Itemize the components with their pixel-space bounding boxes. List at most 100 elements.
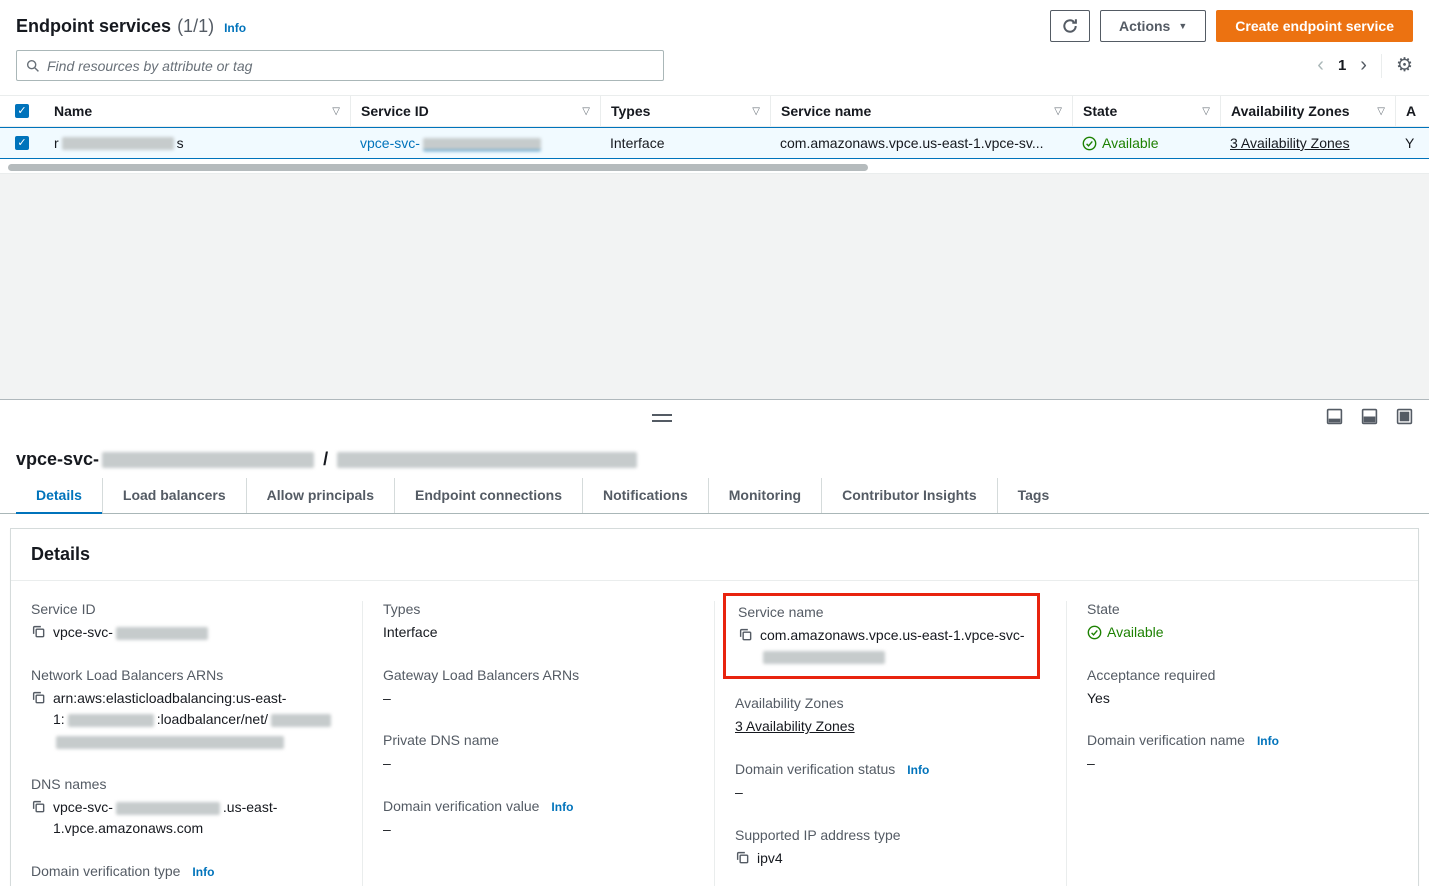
info-link[interactable]: Info (551, 800, 573, 814)
row-service-name-cell: com.amazonaws.vpce.us-east-1.vpce-sv... (770, 128, 1072, 158)
service-id-link[interactable]: vpce-svc- (360, 135, 544, 151)
column-label: Availability Zones (1231, 103, 1350, 119)
copy-icon[interactable] (31, 799, 46, 814)
details-card-title: Details (11, 529, 1418, 581)
filter-icon[interactable]: ▽ (1202, 106, 1210, 117)
copy-icon[interactable] (31, 624, 46, 639)
details-card: Details Service ID vpce-svc- (10, 528, 1419, 886)
column-header-availability-zones[interactable]: Availability Zones ▽ (1220, 96, 1395, 126)
status-badge: Available (1082, 135, 1159, 151)
column-header-service-id[interactable]: Service ID ▽ (350, 96, 600, 126)
filter-icon[interactable]: ▽ (1377, 106, 1385, 117)
info-link[interactable]: Info (192, 865, 214, 879)
copy-icon[interactable] (31, 690, 46, 705)
row-types-cell: Interface (600, 128, 770, 158)
pagination-next-icon[interactable]: › (1360, 54, 1367, 77)
status-badge: Available (1087, 622, 1164, 644)
details-column-3: Service name com.amazonaws.vpce.us-east-… (714, 601, 1066, 886)
create-endpoint-service-button[interactable]: Create endpoint service (1216, 10, 1413, 42)
row-checkbox[interactable]: ✓ (15, 136, 29, 150)
panel-drag-handle[interactable] (652, 414, 672, 422)
column-header-name[interactable]: Name ▽ (44, 96, 350, 126)
tab-details[interactable]: Details (16, 478, 102, 514)
field-label: Types (383, 601, 694, 617)
scrollbar-thumb[interactable] (8, 164, 868, 171)
column-label: Types (611, 103, 650, 119)
pagination: ‹ 1 › ⚙ (1317, 54, 1413, 78)
nlb-arn-line1: arn:aws:elasticloadbalancing:us-east- (53, 690, 286, 706)
field-value-empty: – (735, 782, 1046, 804)
search-input[interactable] (47, 58, 654, 74)
tab-allow-principals[interactable]: Allow principals (246, 478, 394, 513)
field-service-name: Service name com.amazonaws.vpce.us-east-… (738, 604, 1025, 668)
search-icon (26, 59, 40, 73)
field-private-dns-name: Private DNS name – (383, 732, 694, 775)
redacted-text (102, 452, 314, 468)
service-name-highlight-box: Service name com.amazonaws.vpce.us-east-… (723, 593, 1040, 679)
copy-icon[interactable] (735, 850, 750, 865)
field-label: State (1087, 601, 1398, 617)
header-actions: Actions ▼ Create endpoint service (1050, 10, 1413, 42)
redacted-text (56, 736, 284, 749)
settings-gear-icon[interactable]: ⚙ (1396, 54, 1413, 77)
detail-tabs: Details Load balancers Allow principals … (0, 472, 1429, 514)
tab-tags[interactable]: Tags (997, 478, 1070, 513)
details-card-body: Service ID vpce-svc- Network Load Balanc… (11, 581, 1418, 886)
select-all-checkbox[interactable]: ✓ (15, 104, 29, 118)
field-value-empty: – (1087, 753, 1398, 775)
pagination-prev-icon[interactable]: ‹ (1317, 54, 1324, 77)
availability-zones-link[interactable]: 3 Availability Zones (1230, 135, 1350, 151)
tab-monitoring[interactable]: Monitoring (708, 478, 821, 513)
column-header-types[interactable]: Types ▽ (600, 96, 770, 126)
nlb-arn-line2: 1: (53, 711, 65, 727)
service-name-line1: com.amazonaws.vpce.us-east-1.vpce-svc- (760, 627, 1025, 643)
field-label: Supported IP address type (735, 827, 1046, 843)
field-availability-zones: Availability Zones 3 Availability Zones (735, 695, 1046, 738)
row-acceptance-cell: Y (1395, 128, 1429, 158)
panel-bottom-layout-icon[interactable] (1326, 408, 1343, 425)
copy-icon[interactable] (738, 627, 753, 642)
table-header-row: ✓ Name ▽ Service ID ▽ Types ▽ Service na… (0, 96, 1429, 127)
tab-contributor-insights[interactable]: Contributor Insights (821, 478, 997, 513)
redacted-text (763, 651, 885, 664)
detail-title: vpce-svc- / (0, 437, 1429, 472)
tab-load-balancers[interactable]: Load balancers (102, 478, 246, 513)
horizontal-scrollbar[interactable] (0, 161, 1429, 173)
field-label: Domain verification status (735, 761, 895, 777)
filter-icon[interactable]: ▽ (332, 106, 340, 117)
caret-down-icon: ▼ (1178, 22, 1187, 31)
actions-button[interactable]: Actions ▼ (1100, 10, 1206, 42)
field-label: DNS names (31, 776, 342, 792)
field-label: Private DNS name (383, 732, 694, 748)
pagination-current-page[interactable]: 1 (1338, 57, 1346, 74)
filter-icon[interactable]: ▽ (1054, 106, 1062, 117)
info-link[interactable]: Info (907, 763, 929, 777)
refresh-button[interactable] (1050, 10, 1090, 42)
column-header-acceptance[interactable]: A (1395, 96, 1429, 126)
field-state: State Available (1087, 601, 1398, 644)
availability-zones-link[interactable]: 3 Availability Zones (735, 716, 855, 738)
field-value-empty: – (383, 753, 694, 775)
filter-icon[interactable]: ▽ (752, 106, 760, 117)
column-header-state[interactable]: State ▽ (1072, 96, 1220, 126)
state-label: Available (1107, 622, 1164, 644)
tab-endpoint-connections[interactable]: Endpoint connections (394, 478, 582, 513)
column-label: Name (54, 103, 92, 119)
details-column-2: Types Interface Gateway Load Balancers A… (362, 601, 714, 886)
redacted-text (116, 627, 208, 640)
filter-icon[interactable]: ▽ (582, 106, 590, 117)
pagination-divider (1381, 54, 1382, 78)
panel-split-layout-icon[interactable] (1361, 408, 1378, 425)
info-link[interactable]: Info (1257, 734, 1279, 748)
details-column-1: Service ID vpce-svc- Network Load Balanc… (11, 601, 362, 886)
table-row[interactable]: ✓ r s vpce-svc- Interface com.amazonaws.… (0, 127, 1429, 159)
empty-table-area (0, 173, 1429, 399)
panel-full-layout-icon[interactable] (1396, 408, 1413, 425)
dns-name-mid: .us-east- (223, 799, 277, 815)
redacted-text (116, 802, 220, 815)
column-header-service-name[interactable]: Service name ▽ (770, 96, 1072, 126)
field-domain-verification-value: Domain verification value Info – (383, 798, 694, 841)
redacted-text (423, 138, 541, 151)
tab-notifications[interactable]: Notifications (582, 478, 708, 513)
info-link[interactable]: Info (224, 21, 246, 35)
